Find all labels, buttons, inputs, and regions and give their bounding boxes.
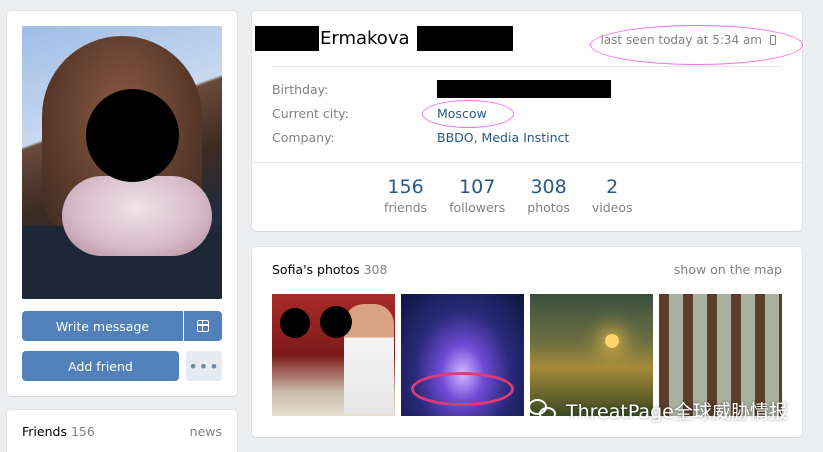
mobile-phone-icon [770, 35, 776, 45]
photo-sunset [605, 334, 619, 348]
friends-title[interactable]: Friends 156 [22, 424, 95, 439]
counter-value: 156 [387, 176, 424, 198]
photos-title-label: Sofia's photos [272, 262, 360, 277]
photo-thumbnail[interactable] [401, 294, 524, 416]
wechat-icon [528, 398, 558, 423]
add-friend-button[interactable]: Add friend [22, 351, 179, 381]
profile-photo-card: Write message Add friend ••• [7, 11, 237, 396]
info-row-company: Company: BBDO, Media Instinct [272, 127, 569, 147]
friends-count: 156 [70, 424, 95, 439]
friends-title-label: Friends [22, 424, 67, 439]
info-label: Current city: [272, 105, 349, 121]
birthday-redaction [437, 80, 611, 98]
city-link[interactable]: Moscow [437, 106, 487, 121]
photos-title[interactable]: Sofia's photos 308 [272, 262, 387, 277]
counter-videos[interactable]: 2 videos [592, 175, 633, 217]
counter-value: 107 [459, 176, 496, 198]
counter-label: photos [527, 200, 570, 215]
name-redaction [416, 25, 513, 51]
counter-label: followers [449, 200, 506, 215]
last-seen-status: last seen today at 5:34 am [600, 33, 776, 47]
avatar-scarf [62, 176, 212, 256]
face-redaction [280, 308, 310, 338]
write-message-button[interactable]: Write message [22, 311, 183, 341]
photo-thumbnail[interactable] [272, 294, 395, 416]
counter-label: friends [384, 200, 428, 215]
more-actions-button[interactable]: ••• [186, 351, 222, 381]
info-row-birthday: Birthday: [272, 79, 611, 99]
info-row-city: Current city: Moscow [272, 103, 487, 123]
counter-friends[interactable]: 156 friends [384, 175, 427, 217]
friends-news-link[interactable]: news [190, 424, 222, 439]
info-label: Birthday: [272, 81, 329, 97]
photo-arena-ring [411, 372, 514, 406]
watermark-text: ThreatPage全球威胁情报 [566, 401, 788, 423]
gift-icon [197, 320, 209, 332]
show-on-map-link[interactable]: show on the map [674, 262, 782, 277]
last-name: Ermakova [320, 27, 410, 49]
counter-label: videos [591, 200, 633, 215]
write-message-label: Write message [55, 318, 150, 334]
first-name-redaction [255, 25, 319, 51]
profile-counters: 156 friends 107 followers 308 photos 2 v… [384, 175, 655, 217]
counter-value: 308 [530, 176, 567, 198]
more-dots-icon: ••• [188, 356, 220, 376]
company-link[interactable]: BBDO, Media Instinct [437, 130, 569, 145]
info-label: Company: [272, 129, 335, 145]
divider [272, 66, 782, 67]
face-redaction [320, 306, 352, 338]
profile-info-card: Ermakova last seen today at 5:34 am Birt… [252, 11, 803, 231]
last-seen-text: last seen today at 5:34 am [600, 33, 762, 47]
watermark: ThreatPage全球威胁情报 [528, 397, 788, 424]
counter-value: 2 [606, 176, 619, 198]
face-redaction [86, 89, 179, 182]
counter-followers[interactable]: 107 followers [449, 175, 505, 217]
page-title: Ermakova [255, 25, 513, 51]
add-friend-label: Add friend [68, 358, 133, 374]
photos-count: 308 [363, 262, 388, 277]
counter-photos[interactable]: 308 photos [527, 175, 570, 217]
divider [252, 162, 802, 163]
profile-avatar[interactable] [22, 26, 222, 299]
send-gift-button[interactable] [184, 311, 222, 341]
friends-block: Friends 156 news [7, 410, 237, 452]
